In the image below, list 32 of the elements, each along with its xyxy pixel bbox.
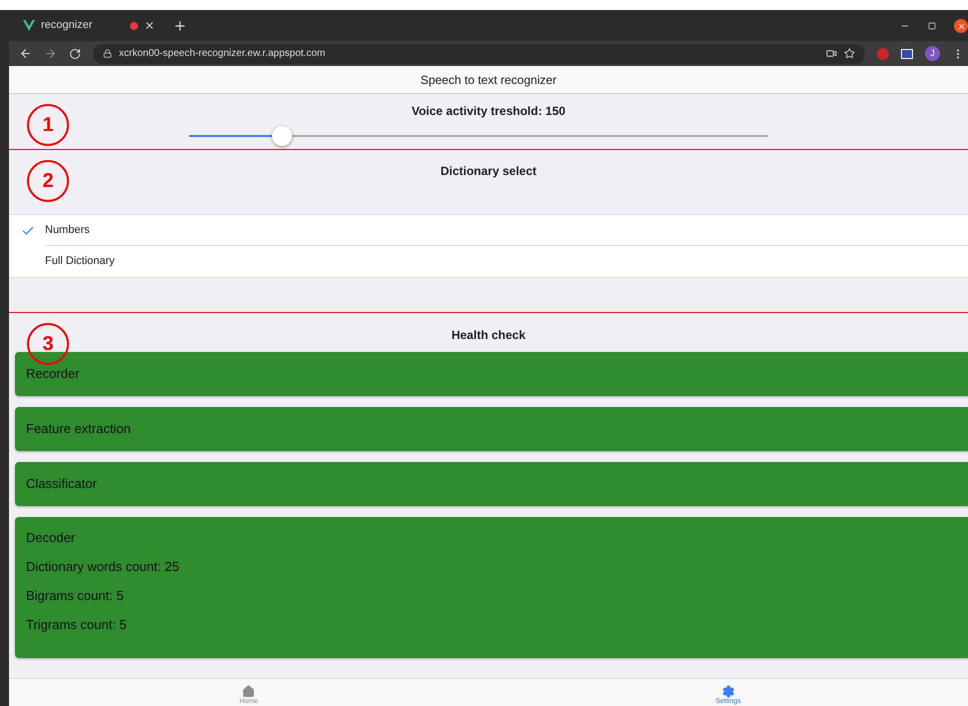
status-text: Classificator [26, 475, 98, 493]
browser-tab[interactable]: recognizer [9, 10, 169, 41]
status-text: Decoder [26, 529, 76, 547]
home-icon [241, 685, 256, 698]
lock-icon [103, 49, 112, 58]
tab-title: recognizer [41, 18, 94, 34]
star-icon[interactable] [844, 48, 855, 59]
status-text: Dictionary words count: 25 [26, 558, 180, 576]
reload-icon[interactable] [69, 48, 81, 60]
section-title: Dictionary select [440, 163, 537, 180]
maximize-icon[interactable] [928, 22, 936, 30]
camera-icon[interactable] [826, 48, 837, 59]
address-bar[interactable]: xcrkon00-speech-recognizer.ew.r.appspot.com [93, 44, 865, 64]
screen-icon[interactable] [901, 48, 913, 58]
section-title: Health check [451, 327, 526, 344]
v-logo-icon [23, 20, 35, 31]
app-header: Speech to text recognizer [9, 66, 968, 94]
status-text: Bigrams count: 5 [26, 587, 125, 605]
radio-option[interactable]: Numbers [9, 215, 968, 246]
status-text: Recorder [26, 365, 80, 383]
close-icon[interactable] [144, 20, 155, 31]
slider-thumb[interactable] [272, 126, 292, 146]
forward-icon[interactable] [44, 47, 57, 60]
gear-icon [720, 685, 736, 698]
radio-option[interactable]: Full Dictionary [9, 246, 968, 277]
profile-avatar[interactable]: J [925, 46, 940, 61]
back-icon[interactable] [19, 47, 32, 60]
status-text: Trigrams count: 5 [26, 616, 128, 634]
close-window-icon[interactable] [954, 19, 968, 33]
slider-label: Voice activity treshold: 150 [412, 103, 566, 120]
status-text: Feature extraction [26, 420, 132, 438]
new-tab-icon[interactable] [173, 19, 187, 33]
